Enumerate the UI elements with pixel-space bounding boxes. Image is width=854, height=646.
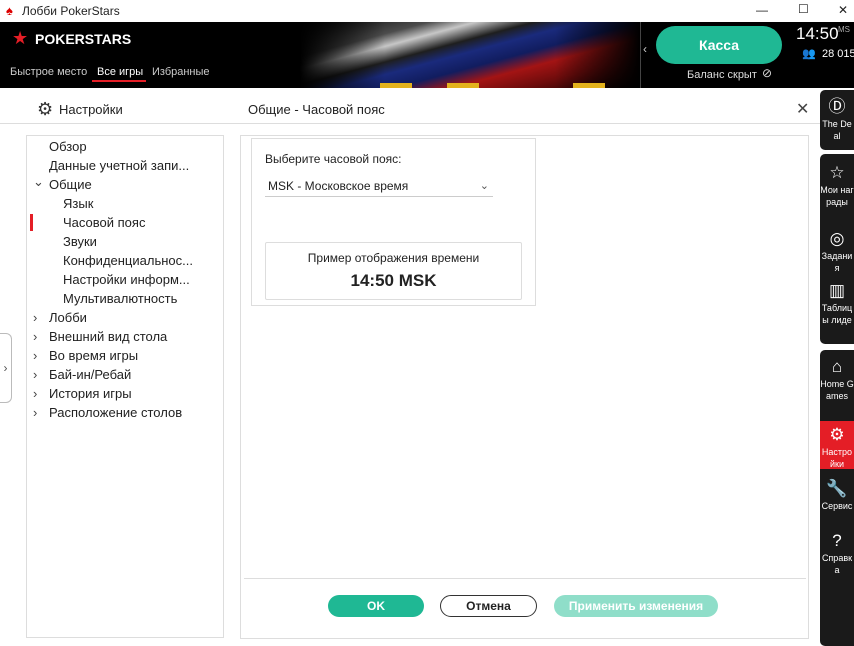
sidebar-label: Задания: [821, 251, 853, 273]
tree-item[interactable]: История игры: [49, 386, 132, 401]
logo-star-icon: ★: [12, 28, 29, 48]
timezone-select[interactable]: MSK - Московское время ⌄: [265, 175, 493, 197]
preview-value: 14:50 MSK: [350, 271, 437, 290]
chevron-down-icon: ⌄: [479, 180, 489, 192]
nav-all-games[interactable]: Все игры: [97, 66, 143, 78]
tree-item[interactable]: Мультивалютность: [63, 291, 177, 306]
minimize-button[interactable]: —: [756, 3, 768, 17]
sidebar-label: Справка: [821, 553, 853, 575]
timezone-value: MSK - Московское время: [268, 179, 409, 193]
chart-icon: ▥: [828, 281, 846, 300]
star-icon: ☆: [829, 163, 845, 182]
balance-hidden-label: Баланс скрыт: [687, 69, 757, 81]
sidebar-item-settings[interactable]: ⚙ Настройки: [820, 424, 854, 470]
tree-item[interactable]: Бай-ин/Ребай: [49, 367, 131, 382]
tree-item[interactable]: Часовой пояс: [63, 215, 145, 230]
tree-item[interactable]: Лобби: [49, 310, 87, 325]
sidebar-item-services[interactable]: 🔧 Сервис: [820, 478, 854, 524]
sidebar-label: Home Games: [820, 379, 854, 401]
help-icon: ?: [832, 531, 842, 550]
tree-item[interactable]: Конфиденциальнос...: [63, 253, 193, 268]
tree-item[interactable]: Расположение столов: [49, 405, 182, 420]
nav-favorites[interactable]: Избранные: [152, 66, 210, 78]
tree-item[interactable]: Во время игры: [49, 348, 138, 363]
title-bar: ♠ Лобби PokerStars — ☐ ✕: [0, 0, 854, 22]
logo: POKERSTARS: [35, 31, 132, 47]
sidebar-item-challenges[interactable]: ◎ Задания: [820, 228, 854, 274]
close-window-button[interactable]: ✕: [838, 3, 848, 17]
chevron-right-icon[interactable]: ›: [33, 329, 37, 344]
sidebar-label: The Deal: [822, 119, 852, 141]
sidebar-item-help[interactable]: ? Справка: [820, 530, 854, 576]
eye-hidden-icon[interactable]: ⊘: [762, 66, 772, 80]
home-icon: ⌂: [831, 357, 843, 376]
settings-tree: Обзор Данные учетной запи... ⌄ Общие Язык Час…: [26, 135, 224, 638]
ok-button[interactable]: OK: [328, 595, 424, 617]
settings-dialog: ⚙ Настройки Общие - Часовой пояс ✕ › Обз…: [0, 88, 820, 646]
chevron-right-icon[interactable]: ›: [33, 367, 37, 382]
selected-marker: [30, 214, 33, 231]
preview-label: Пример отображения времени: [307, 251, 480, 265]
wrench-icon: 🔧: [826, 479, 848, 498]
chevron-right-icon[interactable]: ›: [33, 386, 37, 401]
sidebar-item-the-deal[interactable]: Ⓓ The Deal: [820, 96, 854, 142]
settings-title: Настройки: [59, 102, 123, 117]
sidebar-label: Настройки: [821, 447, 853, 469]
tree-item[interactable]: Настройки информ...: [63, 272, 190, 287]
pokerstars-logo-icon: ♠: [6, 3, 13, 18]
tree-item[interactable]: Общие: [49, 177, 92, 192]
collapse-chevron-icon[interactable]: ‹: [643, 42, 647, 56]
time-preview: Пример отображения времени 14:50 MSK: [265, 242, 522, 300]
close-settings-button[interactable]: ✕: [796, 99, 809, 119]
sidebar-label: Мои награды: [820, 185, 854, 207]
sidebar-item-leaderboards[interactable]: ▥ Таблицы лидеров: [820, 280, 854, 326]
timezone-label: Выберите часовой пояс:: [265, 152, 402, 166]
sidebar-item-my-rewards[interactable]: ☆ Мои награды: [820, 162, 854, 208]
gear-icon: ⚙: [829, 425, 845, 444]
cancel-button[interactable]: Отмена: [440, 595, 537, 617]
apply-button[interactable]: Применить изменения: [554, 595, 718, 617]
maximize-button[interactable]: ☐: [798, 2, 809, 16]
tree-item[interactable]: Язык: [63, 196, 93, 211]
tree-item[interactable]: Звуки: [63, 234, 97, 249]
settings-content: Выберите часовой пояс: MSK - Московское …: [240, 135, 809, 639]
deal-icon: Ⓓ: [828, 97, 846, 116]
lobby-header: ★ POKERSTARS Быстрое место Все игры Избр…: [0, 22, 854, 88]
timezone-card: Выберите часовой пояс: MSK - Московское …: [251, 138, 536, 306]
tree-item[interactable]: Внешний вид стола: [49, 329, 167, 344]
cashier-button[interactable]: Касса: [656, 26, 782, 64]
clock: 14:50: [796, 24, 839, 43]
chevron-right-icon[interactable]: ›: [33, 348, 37, 363]
window-title: Лобби PokerStars: [22, 4, 120, 18]
sidebar-item-home-games[interactable]: ⌂ Home Games: [820, 356, 854, 402]
chevron-right-icon[interactable]: ›: [33, 405, 37, 420]
players-icon: 👥: [802, 48, 816, 60]
chevron-down-icon[interactable]: ⌄: [33, 174, 44, 190]
expand-panel-button[interactable]: ›: [0, 333, 12, 403]
nav-quick-seat[interactable]: Быстрое место: [10, 66, 87, 78]
sidebar-label: Таблицы лидеров: [821, 303, 853, 325]
sidebar-label: Сервис: [821, 501, 853, 511]
players-count: 28 015: [822, 48, 854, 60]
chevron-right-icon[interactable]: ›: [33, 310, 37, 325]
right-sidebar: Ⓓ The Deal ☆ Мои награды ◎ Задания ▥ Таблицы ли…: [820, 88, 854, 646]
tree-item[interactable]: Данные учетной запи...: [49, 158, 189, 173]
target-icon: ◎: [829, 229, 845, 248]
gear-icon: ⚙: [37, 99, 54, 119]
page-title: Общие - Часовой пояс: [248, 102, 385, 117]
tree-item[interactable]: Обзор: [49, 139, 87, 154]
